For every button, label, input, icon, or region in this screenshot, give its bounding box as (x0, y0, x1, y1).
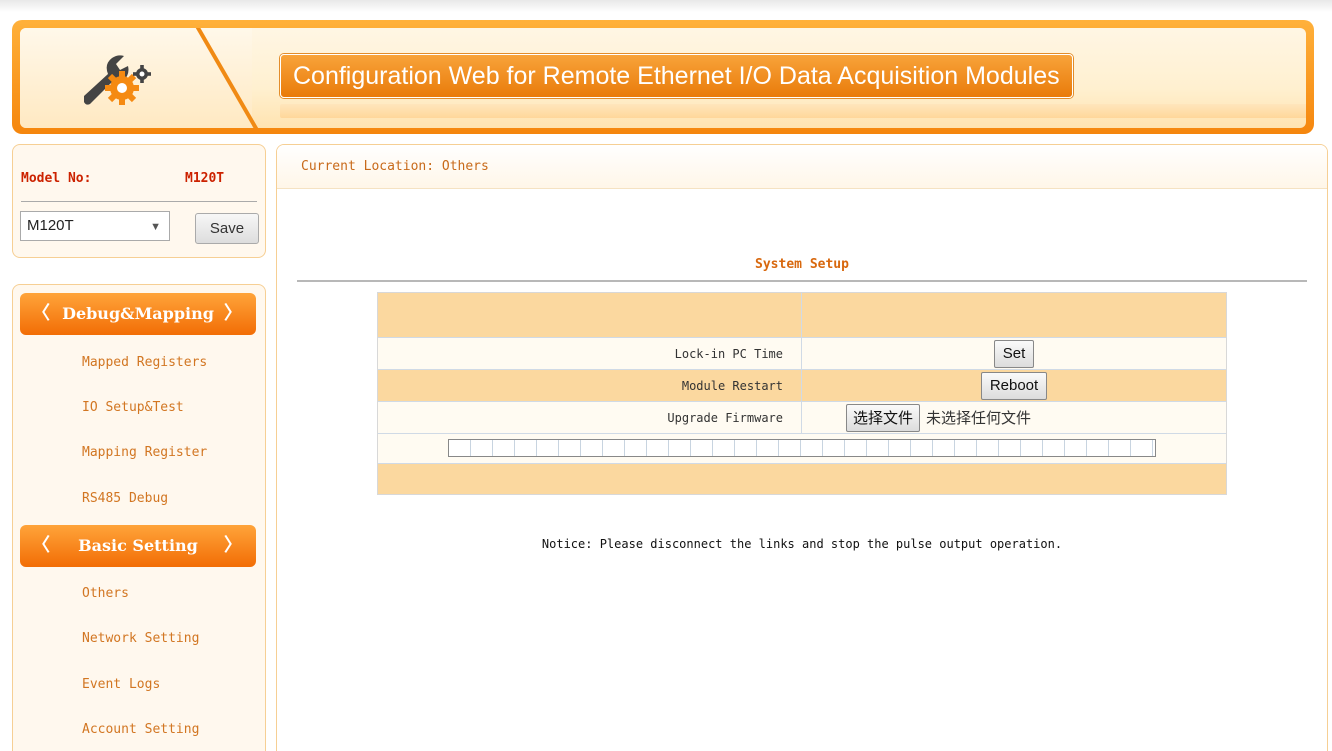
model-value: M120T (185, 171, 225, 186)
chevron-down-icon: ▼ (150, 221, 161, 233)
chevron-left-icon: 〈 (32, 303, 50, 324)
progress-bar (448, 439, 1156, 457)
section-title: System Setup (755, 257, 849, 272)
sidebar-nav: 〈 Debug&Mapping 〉 Mapped Registers IO Se… (12, 284, 266, 751)
set-button[interactable]: Set (993, 339, 1035, 368)
chevron-right-icon: 〉 (224, 535, 242, 556)
sidebar-item-event-logs[interactable]: Event Logs (82, 677, 160, 692)
table-header-row (378, 293, 1226, 338)
table-row: Module Restart Reboot (378, 370, 1226, 402)
logo-divider (190, 28, 259, 128)
main-panel: Current Location: Others System Setup Lo… (276, 144, 1328, 751)
chevron-right-icon: 〉 (224, 303, 242, 324)
sidebar-item-account-setting[interactable]: Account Setting (82, 722, 199, 737)
model-select-value: M120T (27, 217, 74, 234)
table-row: Upgrade Firmware 选择文件 未选择任何文件 (378, 402, 1226, 434)
chevron-left-icon: 〈 (32, 535, 50, 556)
lock-time-label: Lock-in PC Time (378, 338, 802, 369)
restart-label: Module Restart (378, 370, 802, 401)
model-divider (21, 201, 257, 202)
table-row: Lock-in PC Time Set (378, 338, 1226, 370)
logo-panel (20, 28, 259, 128)
sidebar-item-mapped-registers[interactable]: Mapped Registers (82, 355, 207, 370)
nav-group-debug-mapping[interactable]: 〈 Debug&Mapping 〉 (20, 293, 256, 335)
nav-group-label: Basic Setting (78, 536, 198, 555)
model-label: Model No: (21, 171, 92, 186)
model-box: Model No: M120T M120T ▼ Save (12, 144, 266, 258)
progress-row (378, 434, 1226, 464)
header: Configuration Web for Remote Ethernet I/… (12, 20, 1314, 134)
choose-file-button[interactable]: 选择文件 (846, 403, 921, 432)
header-stripe (280, 104, 1306, 118)
nav-group-label: Debug&Mapping (62, 304, 214, 323)
save-button[interactable]: Save (195, 213, 259, 244)
sidebar-item-others[interactable]: Others (82, 586, 129, 601)
reboot-button[interactable]: Reboot (980, 371, 1048, 400)
table-cell: Set (802, 338, 1226, 369)
header-inner: Configuration Web for Remote Ethernet I/… (20, 28, 1306, 128)
sidebar-item-io-setup-test[interactable]: IO Setup&Test (82, 400, 184, 415)
file-input: 选择文件 未选择任何文件 (846, 402, 1031, 433)
table-footer-row (378, 464, 1226, 494)
header-title: Configuration Web for Remote Ethernet I/… (280, 54, 1073, 98)
table-cell: Reboot (802, 370, 1226, 401)
system-setup-table: Lock-in PC Time Set Module Restart Reboo… (377, 292, 1227, 495)
table-cell: 选择文件 未选择任何文件 (802, 402, 1226, 433)
firmware-label: Upgrade Firmware (378, 402, 802, 433)
sidebar-item-rs485-debug[interactable]: RS485 Debug (82, 491, 168, 506)
top-strip (0, 0, 1332, 12)
sidebar-item-mapping-register[interactable]: Mapping Register (82, 445, 207, 460)
table-cell (802, 293, 1226, 337)
model-select[interactable]: M120T ▼ (20, 211, 170, 241)
file-status: 未选择任何文件 (926, 409, 1032, 427)
section-divider (297, 280, 1307, 282)
current-location: Current Location: Others (301, 159, 489, 174)
breadcrumb: Current Location: Others (277, 145, 1327, 189)
wrench-gear-icon (84, 55, 151, 105)
table-cell (378, 293, 802, 337)
notice-text: Notice: Please disconnect the links and … (541, 537, 1063, 551)
nav-group-basic-setting[interactable]: 〈 Basic Setting 〉 (20, 525, 256, 567)
sidebar-item-network-setting[interactable]: Network Setting (82, 631, 199, 646)
